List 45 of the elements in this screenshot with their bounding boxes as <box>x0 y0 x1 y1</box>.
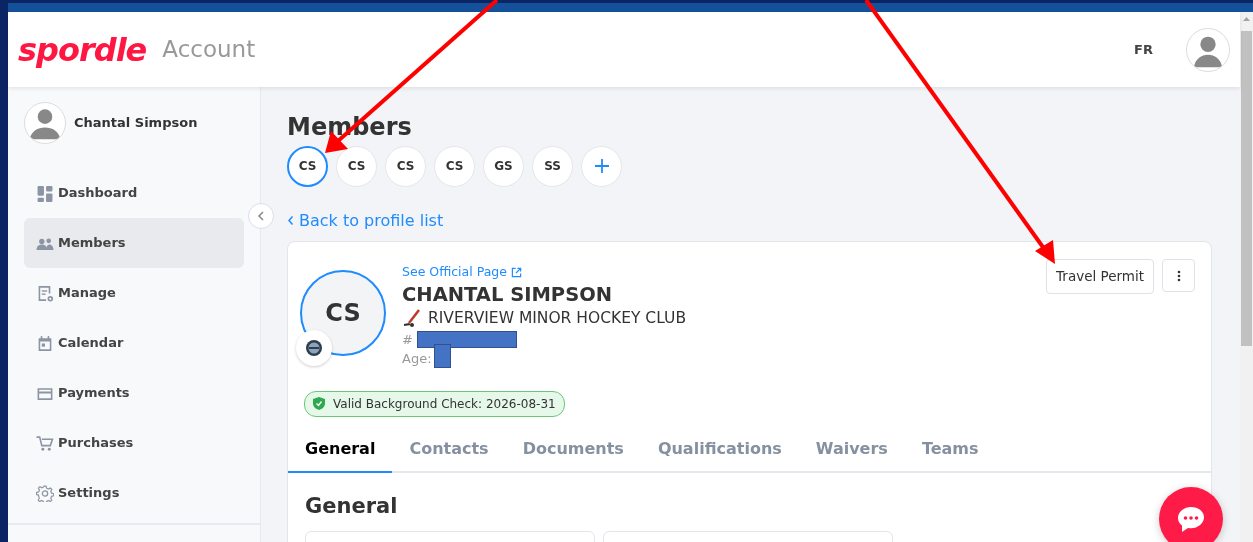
club-name: RIVERVIEW MINOR HOCKEY CLUB <box>428 307 686 329</box>
shield-icon <box>313 397 325 411</box>
sidebar-item[interactable]: Purchases <box>24 418 244 468</box>
avatar-initials: CS <box>325 298 361 330</box>
add-member-button[interactable] <box>581 145 622 187</box>
sidebar-item[interactable]: Members <box>24 218 244 268</box>
sidebar-item[interactable]: Payments <box>24 368 244 418</box>
user-name: Chantal Simpson <box>74 114 198 133</box>
language-toggle[interactable]: FR <box>1134 39 1153 60</box>
external-link-icon <box>510 267 522 279</box>
user-avatar-icon[interactable] <box>1186 27 1230 72</box>
member-avatar-button[interactable]: SS <box>532 145 573 187</box>
app-title: Account <box>162 35 256 65</box>
sidebar-item[interactable]: Manage <box>24 268 244 318</box>
travel-permit-button[interactable]: Travel Permit <box>1046 259 1154 294</box>
tab[interactable]: General <box>288 429 393 474</box>
chevron-left-icon <box>287 215 294 227</box>
background-check-badge: Valid Background Check: 2026-08-31 <box>304 390 565 417</box>
calendar-icon <box>36 334 54 352</box>
member-avatar-button[interactable]: CS <box>336 145 377 187</box>
age-label: Age: <box>402 350 432 369</box>
cart-icon <box>36 434 54 452</box>
logo[interactable]: spordle <box>18 25 147 74</box>
organization-logo-icon <box>305 339 323 358</box>
member-avatar-button[interactable]: GS <box>483 145 524 187</box>
user-avatar-icon <box>24 102 66 144</box>
member-avatar-button[interactable]: CS <box>287 145 328 187</box>
settings-icon <box>36 484 54 502</box>
document-gear-icon <box>36 284 54 302</box>
more-vertical-icon <box>1176 269 1181 282</box>
scrollbar[interactable] <box>1240 12 1253 542</box>
sidebar-item[interactable]: Calendar <box>24 318 244 368</box>
dashboard-icon <box>36 184 54 202</box>
chat-icon <box>1176 505 1206 533</box>
chevron-left-icon <box>257 211 265 221</box>
more-options-button[interactable] <box>1162 259 1195 293</box>
member-avatar-button[interactable]: CS <box>385 145 426 187</box>
member-avatar-button[interactable]: CS <box>434 145 475 187</box>
member-name: CHANTAL SIMPSON <box>402 283 614 307</box>
sidebar-item[interactable]: Settings <box>24 468 244 518</box>
plus-icon <box>593 158 610 175</box>
section-title: General <box>305 493 398 521</box>
collapse-button[interactable] <box>248 203 274 229</box>
member-number-label: # <box>402 330 413 349</box>
sidebar-item[interactable]: Dashboard <box>24 168 244 218</box>
